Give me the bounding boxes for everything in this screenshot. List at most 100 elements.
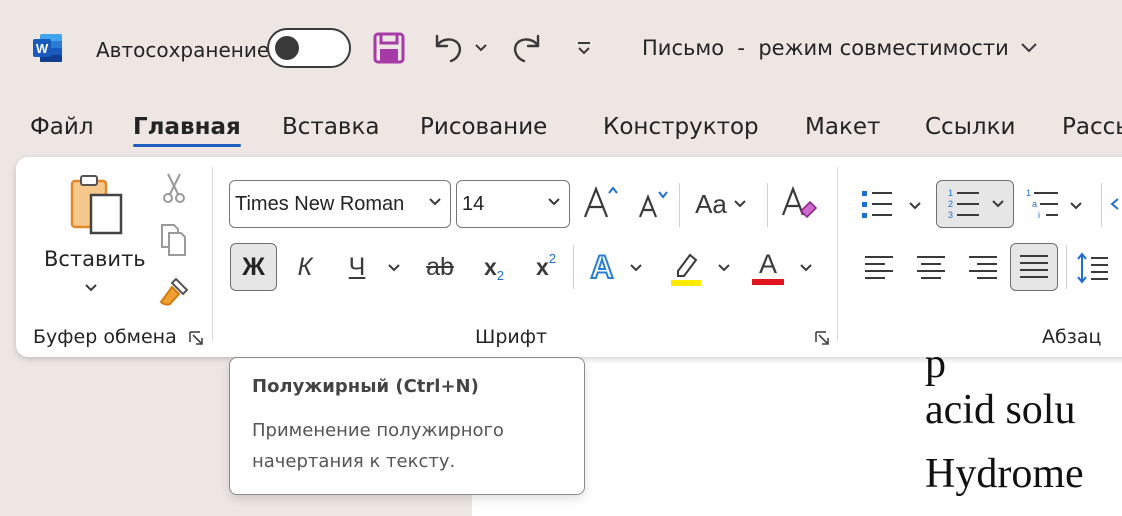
copy-button[interactable] bbox=[156, 222, 190, 258]
align-left-button[interactable] bbox=[858, 246, 900, 290]
document-title-text: Письмо - режим совместимости bbox=[642, 36, 1009, 60]
autosave-toggle[interactable] bbox=[267, 28, 351, 68]
tab-insert[interactable]: Вставка bbox=[282, 114, 379, 140]
title-bar: W Автосохранение Письмо - режим совмести… bbox=[0, 0, 1122, 100]
superscript-button[interactable]: x2 bbox=[526, 245, 566, 289]
group-separator bbox=[837, 167, 838, 341]
superscript-label: x bbox=[535, 253, 549, 280]
align-right-button[interactable] bbox=[962, 246, 1004, 290]
svg-text:1: 1 bbox=[948, 188, 953, 198]
strikethrough-button[interactable]: ab bbox=[418, 245, 462, 289]
numbering-button[interactable]: 1 2 3 bbox=[936, 180, 1014, 228]
align-left-icon bbox=[865, 256, 893, 279]
text-effects-dropdown[interactable] bbox=[626, 258, 646, 278]
font-name-combo[interactable]: Times New Roman bbox=[229, 180, 451, 228]
bold-tooltip: Полужирный (Ctrl+N) Применение полужирно… bbox=[229, 357, 585, 495]
highlight-dropdown[interactable] bbox=[714, 258, 734, 278]
font-dialog-launcher[interactable] bbox=[814, 330, 830, 346]
line-spacing-button[interactable] bbox=[1072, 246, 1112, 290]
format-painter-button[interactable] bbox=[156, 274, 192, 310]
tab-design[interactable]: Конструктор bbox=[603, 114, 759, 140]
chevron-down-icon bbox=[388, 264, 400, 272]
cut-button[interactable] bbox=[158, 170, 190, 206]
tooltip-title: Полужирный (Ctrl+N) bbox=[252, 376, 479, 397]
font-size-combo[interactable]: 14 bbox=[456, 180, 570, 228]
line-spacing-icon bbox=[1077, 252, 1108, 284]
clear-formatting-icon bbox=[781, 185, 818, 219]
chevron-down-icon bbox=[475, 44, 487, 52]
paste-button[interactable] bbox=[64, 172, 130, 238]
shrink-font-icon bbox=[638, 191, 668, 218]
tab-layout[interactable]: Макет bbox=[805, 114, 880, 140]
word-logo-letter: W bbox=[36, 41, 49, 56]
italic-button[interactable]: К bbox=[284, 245, 326, 289]
toggle-knob bbox=[275, 36, 299, 60]
multilevel-list-button[interactable]: 1 a i bbox=[1022, 184, 1062, 224]
justify-button[interactable] bbox=[1010, 243, 1058, 291]
chevron-down-icon bbox=[85, 284, 97, 292]
multilevel-dropdown[interactable] bbox=[1066, 196, 1086, 216]
shrink-font-button[interactable] bbox=[634, 184, 674, 224]
text-effects-button[interactable]: A bbox=[582, 245, 622, 289]
underline-dropdown[interactable] bbox=[384, 258, 404, 278]
underline-button[interactable]: Ч bbox=[336, 245, 378, 289]
font-group-label: Шрифт bbox=[475, 326, 548, 348]
undo-button[interactable] bbox=[428, 28, 468, 68]
change-case-button[interactable]: Aa bbox=[690, 184, 752, 224]
tab-home[interactable]: Главная bbox=[133, 114, 241, 147]
tab-references[interactable]: Ссылки bbox=[925, 114, 1015, 140]
chevron-down-icon bbox=[630, 264, 642, 272]
tab-file[interactable]: Файл bbox=[30, 114, 94, 140]
svg-text:a: a bbox=[1032, 199, 1037, 209]
grow-font-button[interactable] bbox=[580, 182, 622, 224]
chevron-down-icon bbox=[909, 202, 921, 210]
chevron-down-icon bbox=[992, 200, 1004, 208]
align-center-icon bbox=[917, 256, 945, 279]
svg-text:3: 3 bbox=[948, 210, 953, 220]
tab-draw[interactable]: Рисование bbox=[420, 114, 547, 140]
align-center-button[interactable] bbox=[910, 246, 952, 290]
tooltip-body: Применение полужирного начертания к текс… bbox=[252, 420, 504, 472]
tab-mailings[interactable]: Рассь bbox=[1062, 114, 1122, 140]
toolbar-separator bbox=[679, 183, 680, 227]
customize-quick-access[interactable] bbox=[572, 28, 596, 68]
highlight-button[interactable] bbox=[666, 245, 706, 289]
redo-icon bbox=[513, 34, 540, 63]
customize-toolbar-icon bbox=[578, 42, 590, 55]
bold-button[interactable]: Ж bbox=[230, 243, 277, 291]
decrease-indent-button[interactable] bbox=[1108, 184, 1122, 224]
multilevel-list-icon: 1 a i bbox=[1026, 188, 1058, 220]
chevron-down-icon bbox=[1070, 202, 1082, 210]
subscript-button[interactable]: x2 bbox=[474, 245, 514, 289]
decrease-indent-icon bbox=[1110, 198, 1119, 210]
save-button[interactable] bbox=[370, 28, 408, 68]
chevron-down-icon bbox=[429, 198, 441, 206]
scissors-icon bbox=[163, 173, 185, 203]
paste-label[interactable]: Вставить bbox=[44, 247, 146, 271]
svg-text:2: 2 bbox=[948, 199, 953, 209]
save-icon bbox=[373, 32, 405, 64]
undo-icon bbox=[435, 34, 462, 63]
clear-formatting-button[interactable] bbox=[778, 182, 820, 224]
superscript-mark: 2 bbox=[548, 250, 557, 266]
bullets-button[interactable] bbox=[856, 184, 898, 224]
ribbon-tabs: Файл Главная Вставка Рисование Конструкт… bbox=[0, 110, 1122, 154]
chevron-down-icon bbox=[734, 200, 746, 208]
toolbar-separator bbox=[1066, 245, 1067, 289]
font-color-dropdown[interactable] bbox=[796, 258, 816, 278]
document-title[interactable]: Письмо - режим совместимости bbox=[642, 36, 1039, 60]
redo-button[interactable] bbox=[507, 28, 547, 68]
document-text-line: acid solu bbox=[925, 387, 1076, 433]
font-color-swatch bbox=[752, 279, 784, 285]
toolbar-separator bbox=[573, 245, 574, 289]
align-right-icon bbox=[969, 256, 997, 279]
format-painter-icon bbox=[159, 277, 189, 306]
clipboard-dialog-launcher[interactable] bbox=[188, 330, 204, 346]
font-size-value: 14 bbox=[462, 192, 485, 215]
font-color-button[interactable]: A bbox=[748, 245, 788, 289]
undo-dropdown[interactable] bbox=[472, 28, 490, 68]
word-app-icon[interactable]: W bbox=[32, 32, 64, 64]
bullets-dropdown[interactable] bbox=[905, 196, 925, 216]
paste-dropdown[interactable] bbox=[82, 280, 100, 296]
font-color-label: A bbox=[758, 249, 777, 279]
